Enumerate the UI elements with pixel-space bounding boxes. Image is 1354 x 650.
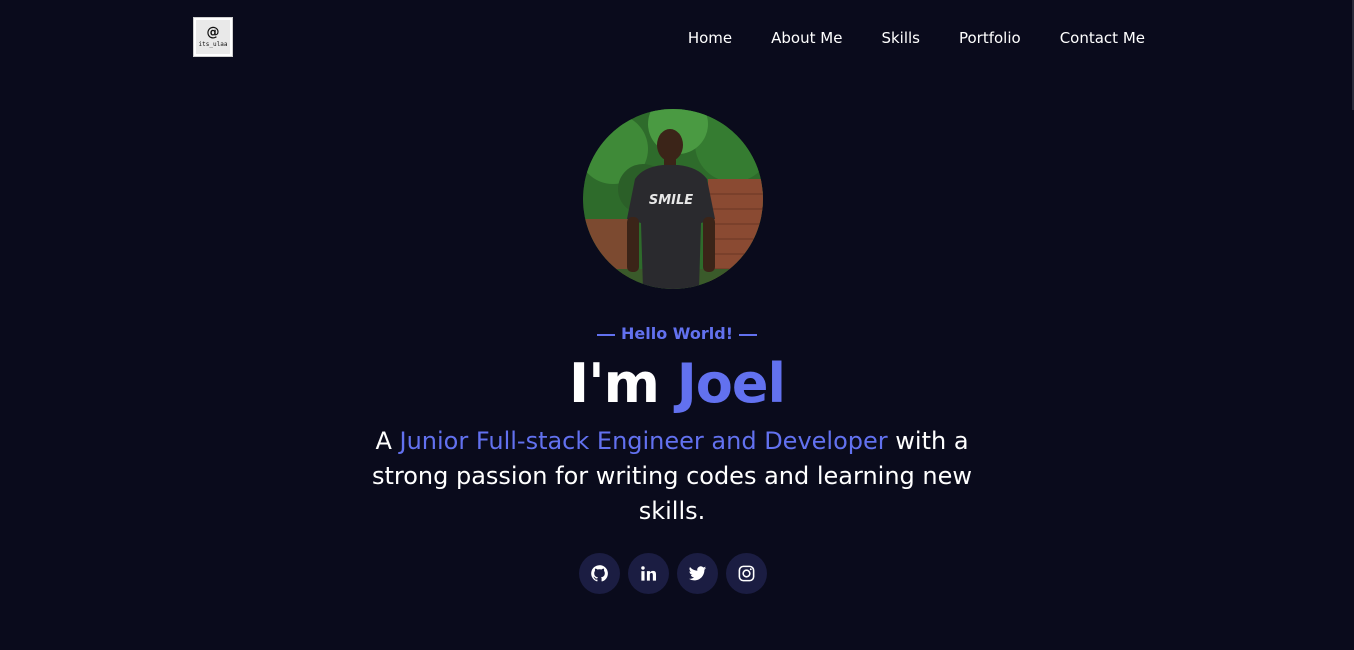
profile-photo-illustration: SMILE (583, 109, 763, 289)
greeting-text: Hello World! (621, 324, 733, 343)
hero-headline: I'm Joel (0, 352, 1354, 416)
greeting: Hello World! (0, 322, 1354, 346)
greeting-dash-left (597, 333, 616, 336)
social-links (579, 553, 767, 594)
profile-photo: SMILE (583, 109, 763, 289)
instagram-icon (738, 565, 755, 582)
headline-name: Joel (676, 352, 786, 415)
github-link[interactable] (579, 553, 620, 594)
linkedin-link[interactable] (628, 553, 669, 594)
svg-text:SMILE: SMILE (649, 193, 693, 208)
instagram-link[interactable] (726, 553, 767, 594)
linkedin-icon (641, 566, 657, 581)
hero-tagline: A Junior Full-stack Engineer and Develop… (362, 424, 982, 529)
hero-section: SMILE Hello World! I'm Joel A Junior Ful… (0, 0, 1354, 650)
headline-prefix: I'm (568, 352, 677, 415)
twitter-link[interactable] (677, 553, 718, 594)
tagline-role: Junior Full-stack Engineer and Developer (399, 427, 888, 455)
tagline-prefix: A (375, 427, 400, 455)
github-icon (591, 565, 608, 582)
twitter-icon (688, 566, 707, 581)
greeting-dash-right (738, 333, 757, 336)
